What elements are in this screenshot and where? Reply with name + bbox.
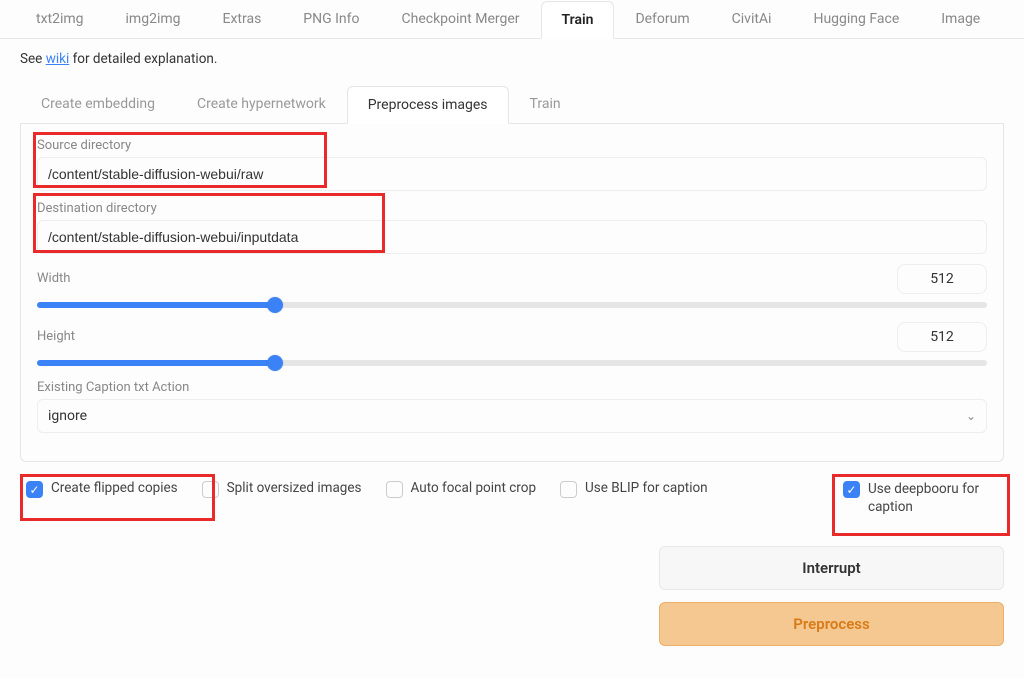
checkbox-focal-label: Auto focal point crop bbox=[411, 480, 537, 496]
caption-action-group: Existing Caption txt Action ignore ⌄ bbox=[37, 380, 987, 433]
tab-txt2img[interactable]: txt2img bbox=[15, 0, 105, 38]
checkbox-blip-label: Use BLIP for caption bbox=[585, 480, 708, 496]
checkbox-box[interactable] bbox=[560, 481, 577, 498]
main-tabs: txt2img img2img Extras PNG Info Checkpoi… bbox=[0, 0, 1024, 39]
caption-action-value: ignore bbox=[48, 408, 87, 424]
width-group: Width 512 bbox=[37, 264, 987, 308]
destination-directory-input[interactable] bbox=[37, 220, 987, 254]
checkbox-box[interactable] bbox=[386, 481, 403, 498]
action-buttons: Interrupt Preprocess bbox=[20, 546, 1004, 646]
height-group: Height 512 bbox=[37, 322, 987, 366]
width-label: Width bbox=[37, 271, 70, 286]
sub-tabs: Create embedding Create hypernetwork Pre… bbox=[20, 85, 1004, 124]
checkmark-icon: ✓ bbox=[29, 484, 39, 496]
checkmark-icon: ✓ bbox=[846, 484, 856, 496]
chevron-down-icon: ⌄ bbox=[966, 409, 976, 423]
checkbox-row: ✓ Create flipped copies Split oversized … bbox=[20, 462, 1004, 524]
width-slider-fill bbox=[37, 302, 275, 308]
width-value[interactable]: 512 bbox=[897, 264, 987, 294]
checkbox-split-oversized[interactable]: Split oversized images bbox=[202, 480, 362, 498]
tab-checkpoint-merger[interactable]: Checkpoint Merger bbox=[381, 0, 541, 38]
tab-train[interactable]: Train bbox=[541, 1, 615, 39]
checkbox-deepbooru-label: Use deepbooru for caption bbox=[868, 480, 988, 516]
tab-image[interactable]: Image bbox=[920, 0, 1001, 38]
caption-action-select[interactable]: ignore ⌄ bbox=[37, 399, 987, 433]
source-directory-label: Source directory bbox=[37, 138, 987, 153]
source-directory-group: Source directory bbox=[37, 138, 987, 191]
checkbox-flipped-copies[interactable]: ✓ Create flipped copies bbox=[26, 480, 178, 498]
preprocess-button[interactable]: Preprocess bbox=[659, 602, 1004, 646]
width-slider-thumb[interactable] bbox=[267, 297, 283, 313]
tab-civitai[interactable]: CivitAi bbox=[711, 0, 793, 38]
tab-deforum[interactable]: Deforum bbox=[614, 0, 710, 38]
wiki-note: See wiki for detailed explanation. bbox=[20, 51, 1004, 67]
width-slider[interactable] bbox=[37, 302, 987, 308]
wiki-link[interactable]: wiki bbox=[46, 51, 70, 67]
tab-extras[interactable]: Extras bbox=[202, 0, 283, 38]
height-label: Height bbox=[37, 329, 75, 344]
height-slider-fill bbox=[37, 360, 275, 366]
tab-png-info[interactable]: PNG Info bbox=[282, 0, 380, 38]
form-area: Source directory Destination directory W… bbox=[20, 124, 1004, 462]
source-directory-input[interactable] bbox=[37, 157, 987, 191]
height-slider[interactable] bbox=[37, 360, 987, 366]
checkbox-box[interactable] bbox=[202, 481, 219, 498]
checkbox-deepbooru-caption[interactable]: ✓ Use deepbooru for caption bbox=[843, 480, 988, 516]
checkbox-split-label: Split oversized images bbox=[227, 480, 362, 496]
subtab-create-hypernetwork[interactable]: Create hypernetwork bbox=[176, 85, 347, 123]
height-slider-thumb[interactable] bbox=[267, 355, 283, 371]
destination-directory-group: Destination directory bbox=[37, 201, 987, 254]
caption-action-label: Existing Caption txt Action bbox=[37, 380, 987, 395]
wiki-suffix: for detailed explanation. bbox=[69, 51, 217, 67]
destination-directory-label: Destination directory bbox=[37, 201, 987, 216]
subtab-train[interactable]: Train bbox=[509, 85, 582, 123]
tab-hugging-face[interactable]: Hugging Face bbox=[792, 0, 920, 38]
checkbox-box[interactable]: ✓ bbox=[843, 481, 860, 498]
tab-img2img[interactable]: img2img bbox=[105, 0, 202, 38]
subtab-preprocess-images[interactable]: Preprocess images bbox=[347, 86, 509, 124]
checkbox-auto-focal[interactable]: Auto focal point crop bbox=[386, 480, 537, 498]
subtab-create-embedding[interactable]: Create embedding bbox=[20, 85, 176, 123]
checkbox-blip-caption[interactable]: Use BLIP for caption bbox=[560, 480, 708, 498]
checkbox-box[interactable]: ✓ bbox=[26, 481, 43, 498]
wiki-prefix: See bbox=[20, 51, 46, 67]
interrupt-button[interactable]: Interrupt bbox=[659, 546, 1004, 590]
height-value[interactable]: 512 bbox=[897, 322, 987, 352]
checkbox-flipped-label: Create flipped copies bbox=[51, 480, 178, 496]
